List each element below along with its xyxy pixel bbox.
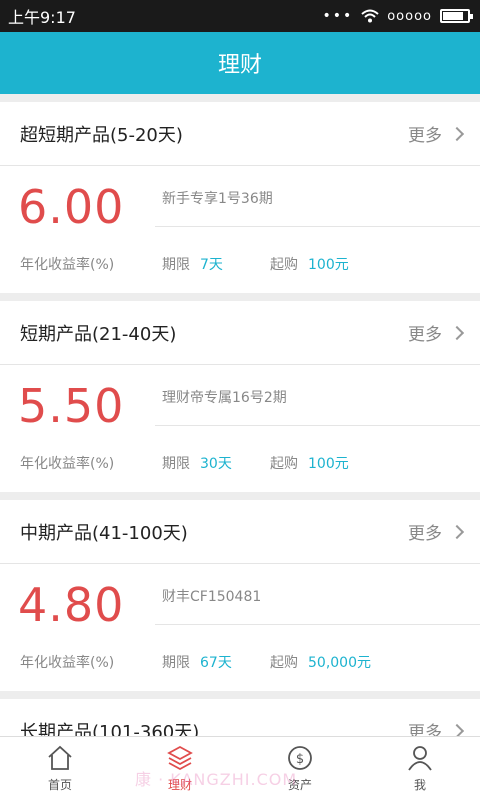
- min-label: 起购: [270, 257, 298, 273]
- min-purchase-info: 起购 100元: [270, 453, 349, 473]
- battery-icon: [440, 9, 473, 23]
- term-label: 期限: [162, 456, 190, 472]
- more-button[interactable]: 更多: [408, 718, 465, 736]
- term-label: 期限: [162, 655, 190, 671]
- min-label: 起购: [270, 456, 298, 472]
- section-header: 中期产品(41-100天) 更多: [0, 500, 480, 564]
- term-value: 67天: [200, 655, 232, 671]
- more-label: 更多: [408, 126, 442, 146]
- tab-finance[interactable]: 理财: [120, 737, 240, 800]
- min-purchase-info: 起购 50,000元: [270, 652, 371, 672]
- divider: [155, 226, 480, 227]
- annual-rate: 4.80: [18, 578, 125, 632]
- chevron-right-icon: [449, 723, 465, 736]
- product-section: 中期产品(41-100天) 更多 4.80 年化收益率(%) 财丰CF15048…: [0, 500, 480, 691]
- rate-label: 年化收益率(%): [20, 655, 115, 671]
- wifi-icon: [361, 9, 379, 23]
- term-info: 期限 67天: [162, 652, 232, 672]
- min-value: 100元: [308, 456, 349, 472]
- more-label: 更多: [408, 524, 442, 544]
- term-label: 期限: [162, 257, 190, 273]
- app-header: 理财: [0, 32, 480, 94]
- product-name: 财丰CF150481: [162, 589, 262, 605]
- term-info: 期限 30天: [162, 453, 232, 473]
- annual-rate: 5.50: [18, 379, 125, 433]
- signal-indicator: ooooo: [387, 8, 432, 24]
- section-header: 长期产品(101-360天) 更多: [0, 699, 480, 736]
- product-section: 短期产品(21-40天) 更多 5.50 年化收益率(%) 理财帝专属16号2期…: [0, 301, 480, 492]
- more-label: 更多: [408, 723, 442, 736]
- divider: [155, 624, 480, 625]
- tab-me[interactable]: 我: [360, 737, 480, 800]
- min-value: 100元: [308, 257, 349, 273]
- rate-label: 年化收益率(%): [20, 257, 115, 273]
- product-name: 新手专享1号36期: [162, 191, 273, 207]
- tab-assets[interactable]: $ 资产: [240, 737, 360, 800]
- section-header: 超短期产品(5-20天) 更多: [0, 102, 480, 166]
- chevron-right-icon: [449, 524, 465, 539]
- divider: [155, 425, 480, 426]
- home-icon: [48, 745, 72, 770]
- term-info: 期限 7天: [162, 254, 223, 274]
- more-button[interactable]: 更多: [408, 121, 465, 146]
- svg-text:$: $: [296, 752, 304, 767]
- product-name: 理财帝专属16号2期: [162, 390, 287, 406]
- min-label: 起购: [270, 655, 298, 671]
- section-header: 短期产品(21-40天) 更多: [0, 301, 480, 365]
- tab-label: 首页: [47, 778, 72, 792]
- term-value: 30天: [200, 456, 232, 472]
- min-purchase-info: 起购 100元: [270, 254, 349, 274]
- product-card[interactable]: 6.00 年化收益率(%) 新手专享1号36期 期限 7天 起购 100元: [0, 166, 480, 293]
- term-value: 7天: [200, 257, 223, 273]
- chevron-right-icon: [449, 126, 465, 141]
- section-title: 长期产品(101-360天): [20, 721, 200, 737]
- tab-label: 资产: [287, 778, 312, 792]
- status-time: 上午9:17: [8, 8, 76, 27]
- more-button[interactable]: 更多: [408, 320, 465, 345]
- status-bar: 上午9:17 ••• ooooo: [0, 0, 480, 32]
- tab-label: 我: [413, 778, 426, 792]
- section-title: 中期产品(41-100天): [20, 522, 188, 544]
- product-card[interactable]: 5.50 年化收益率(%) 理财帝专属16号2期 期限 30天 起购 100元: [0, 365, 480, 492]
- product-card[interactable]: 4.80 年化收益率(%) 财丰CF150481 期限 67天 起购 50,000元: [0, 564, 480, 691]
- chevron-right-icon: [449, 325, 465, 340]
- product-section: 超短期产品(5-20天) 更多 6.00 年化收益率(%) 新手专享1号36期 …: [0, 102, 480, 293]
- annual-rate: 6.00: [18, 180, 125, 234]
- tab-label: 理财: [167, 778, 192, 792]
- person-icon: [408, 746, 432, 771]
- notification-dots: •••: [322, 8, 354, 24]
- bottom-tab-bar: 首页 理财 $ 资产 我: [0, 736, 480, 800]
- section-title: 短期产品(21-40天): [20, 323, 177, 345]
- tab-home[interactable]: 首页: [0, 737, 120, 800]
- product-list[interactable]: 超短期产品(5-20天) 更多 6.00 年化收益率(%) 新手专享1号36期 …: [0, 94, 480, 736]
- dollar-icon: $: [288, 746, 312, 770]
- section-title: 超短期产品(5-20天): [20, 124, 183, 146]
- min-value: 50,000元: [308, 655, 371, 671]
- layers-icon: [167, 745, 193, 771]
- product-section: 长期产品(101-360天) 更多: [0, 699, 480, 736]
- status-icons: ••• ooooo: [322, 8, 473, 24]
- rate-label: 年化收益率(%): [20, 456, 115, 472]
- more-label: 更多: [408, 325, 442, 345]
- more-button[interactable]: 更多: [408, 519, 465, 544]
- page-title: 理财: [217, 53, 262, 78]
